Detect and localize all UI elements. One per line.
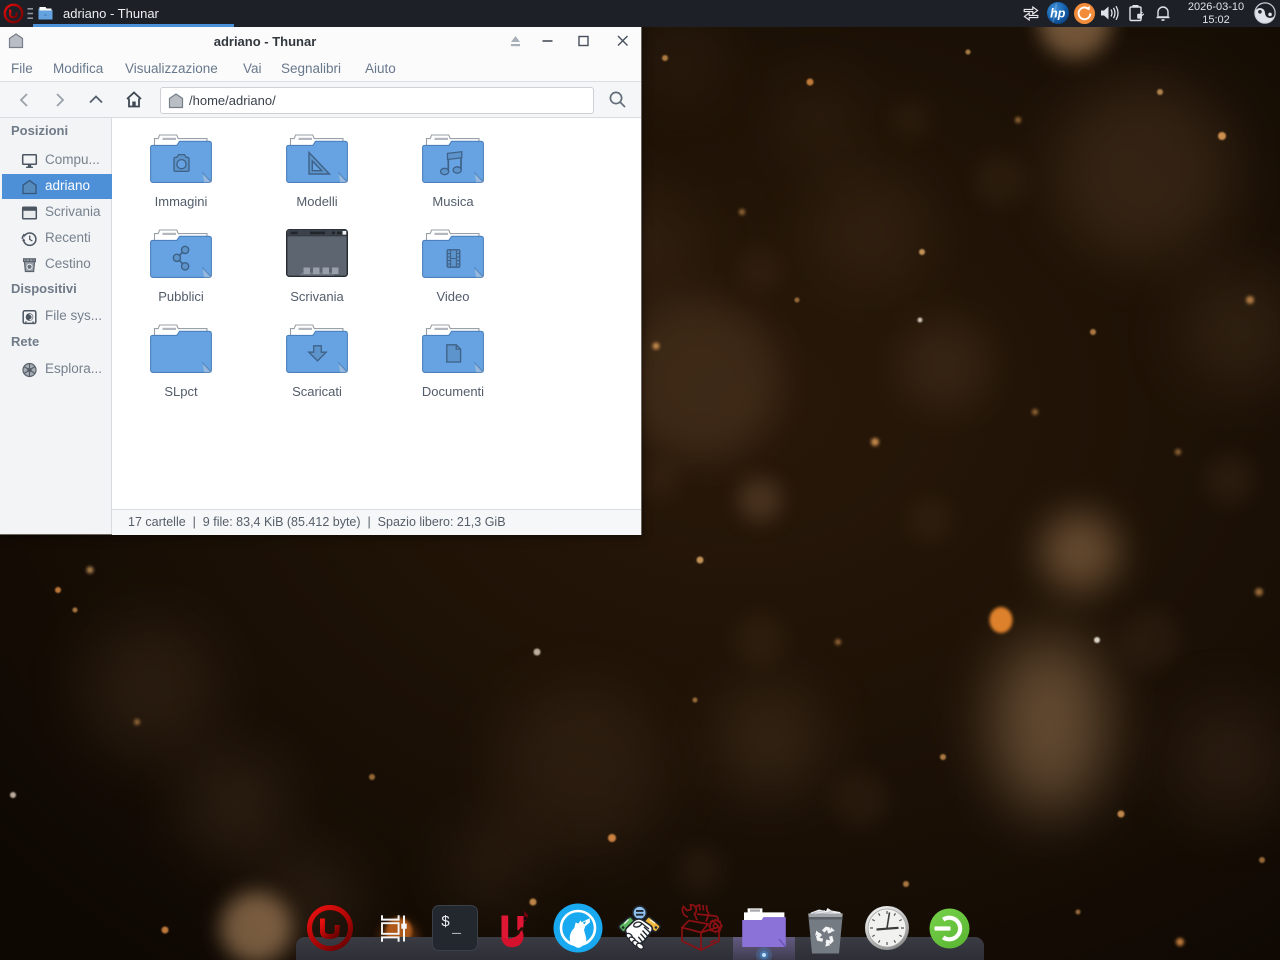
svg-text:$: $ bbox=[441, 914, 450, 931]
svg-text:_: _ bbox=[451, 920, 462, 937]
svg-text:hp: hp bbox=[1050, 6, 1066, 20]
